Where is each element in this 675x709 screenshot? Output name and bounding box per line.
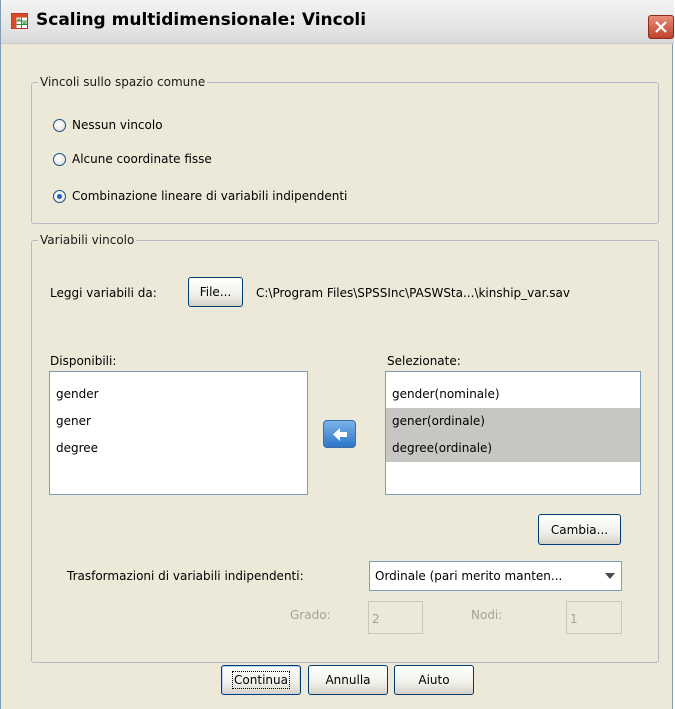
- selected-label: Selezionate:: [387, 354, 461, 368]
- continue-button-label: Continua: [232, 671, 290, 689]
- radio-linear-combination[interactable]: Combinazione lineare di variabili indipe…: [53, 187, 347, 205]
- list-item-selected[interactable]: gener(ordinale): [386, 408, 640, 435]
- list-item[interactable]: gender(nominale): [386, 381, 640, 408]
- close-button[interactable]: [648, 15, 674, 39]
- radio-button[interactable]: [53, 152, 66, 166]
- radio-label: Combinazione lineare di variabili indipe…: [72, 189, 348, 203]
- radio-some-fixed-coordinates[interactable]: Alcune coordinate fisse: [53, 150, 212, 168]
- transform-select[interactable]: Ordinale (pari merito manten...: [369, 561, 622, 591]
- help-button-label: Aiuto: [418, 673, 450, 687]
- help-button[interactable]: Aiuto: [394, 665, 474, 695]
- list-item-selected[interactable]: degree(ordinale): [386, 435, 640, 462]
- radio-label: Nessun vincolo: [72, 118, 163, 132]
- transform-label: Trasformazioni di variabili indipendenti…: [67, 569, 304, 583]
- close-x-icon: [655, 21, 667, 33]
- change-button-label: Cambia...: [550, 522, 609, 537]
- dialog-window: Scaling multidimensionale: Vincoli Vinco…: [0, 0, 674, 709]
- knots-label: Nodi:: [471, 608, 503, 622]
- list-item[interactable]: gender: [50, 381, 307, 408]
- cancel-button[interactable]: Annulla: [308, 665, 388, 695]
- read-variables-label: Leggi variabili da:: [50, 286, 157, 300]
- table-app-icon: [11, 13, 28, 29]
- list-item[interactable]: gener: [50, 408, 307, 435]
- move-variable-button[interactable]: [323, 420, 356, 448]
- window-title: Scaling multidimensionale: Vincoli: [36, 10, 367, 30]
- radio-label: Alcune coordinate fisse: [72, 152, 212, 166]
- constraint-variables-legend: Variabili vincolo: [38, 233, 137, 247]
- cancel-button-label: Annulla: [325, 673, 371, 687]
- radio-no-constraint[interactable]: Nessun vincolo: [53, 116, 163, 134]
- title-bar: Scaling multidimensionale: Vincoli: [1, 0, 674, 44]
- file-button-label: File...: [199, 285, 232, 299]
- degree-label: Grado:: [290, 608, 331, 622]
- knots-input[interactable]: 1: [566, 601, 622, 634]
- file-button[interactable]: File...: [188, 277, 243, 307]
- selected-list[interactable]: gender(nominale) gener(ordinale) degree(…: [385, 371, 641, 495]
- chevron-down-icon: [605, 573, 615, 579]
- file-path-text: C:\Program Files\SPSSInc\PASWSta...\kins…: [256, 286, 570, 300]
- continue-button[interactable]: Continua: [221, 665, 301, 695]
- available-list[interactable]: gender gener degree: [49, 371, 308, 495]
- list-item[interactable]: degree: [50, 435, 307, 462]
- available-label: Disponibili:: [50, 354, 117, 368]
- degree-input[interactable]: 2: [368, 601, 423, 634]
- radio-button-checked[interactable]: [53, 189, 66, 203]
- radio-button[interactable]: [53, 118, 66, 132]
- transform-select-value: Ordinale (pari merito manten...: [375, 569, 563, 583]
- common-space-legend: Vincoli sullo spazio comune: [38, 75, 208, 89]
- arrow-left-icon: [333, 428, 347, 441]
- change-button[interactable]: Cambia...: [538, 514, 621, 545]
